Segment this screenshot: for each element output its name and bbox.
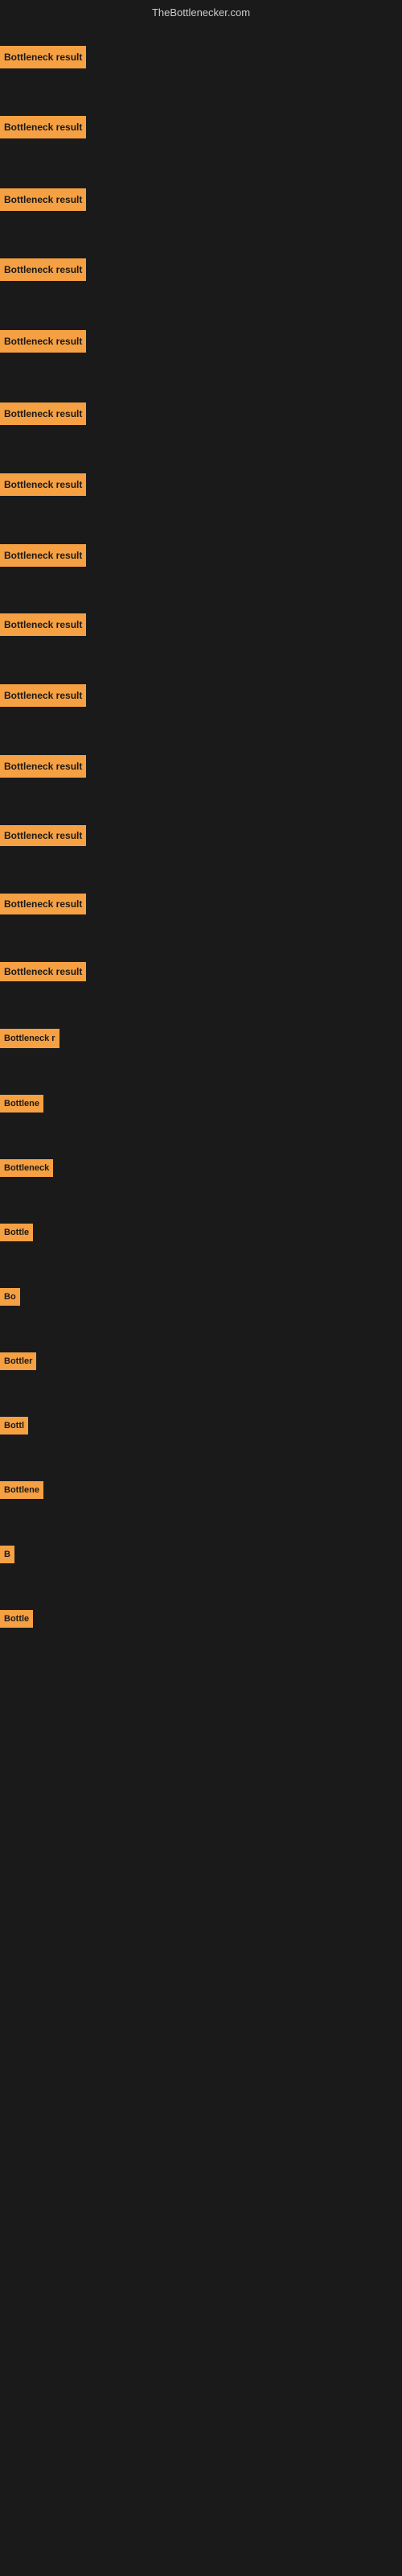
bottleneck-label-6: Bottleneck result [0,402,86,425]
bottleneck-item-18: Bottle [0,1224,33,1245]
bottleneck-item-24: Bottle [0,1610,33,1632]
bottleneck-label-3: Bottleneck result [0,188,86,211]
bottleneck-label-8: Bottleneck result [0,544,86,567]
bottleneck-label-2: Bottleneck result [0,116,86,138]
bottleneck-label-20: Bottler [0,1352,36,1370]
bottleneck-item-3: Bottleneck result [0,188,86,215]
bottleneck-label-5: Bottleneck result [0,330,86,353]
bottleneck-item-21: Bottl [0,1417,28,1439]
bottleneck-item-12: Bottleneck result [0,825,86,850]
bottleneck-item-11: Bottleneck result [0,755,86,782]
bottleneck-item-6: Bottleneck result [0,402,86,429]
bottleneck-item-20: Bottler [0,1352,36,1374]
bottleneck-item-13: Bottleneck result [0,894,86,919]
bottleneck-label-17: Bottleneck [0,1159,53,1177]
bottleneck-item-19: Bo [0,1288,20,1310]
bottleneck-label-23: B [0,1546,14,1563]
bottleneck-label-21: Bottl [0,1417,28,1435]
site-title: TheBottlenecker.com [152,6,250,19]
bottleneck-item-14: Bottleneck result [0,962,86,985]
bottleneck-label-14: Bottleneck result [0,962,86,981]
bottleneck-label-22: Bottlene [0,1481,43,1499]
bottleneck-label-7: Bottleneck result [0,473,86,496]
bottleneck-label-9: Bottleneck result [0,613,86,636]
bottleneck-item-17: Bottleneck [0,1159,53,1181]
bottleneck-label-15: Bottleneck r [0,1029,59,1048]
bottleneck-item-4: Bottleneck result [0,258,86,285]
bottleneck-item-23: B [0,1546,14,1567]
bottleneck-item-16: Bottlene [0,1095,43,1117]
bottleneck-item-1: Bottleneck result [0,46,86,72]
bottleneck-label-16: Bottlene [0,1095,43,1113]
bottleneck-label-10: Bottleneck result [0,684,86,707]
site-header: TheBottlenecker.com [0,0,402,22]
bottleneck-item-9: Bottleneck result [0,613,86,640]
bottleneck-item-15: Bottleneck r [0,1029,59,1052]
bottleneck-item-2: Bottleneck result [0,116,86,142]
bottleneck-item-10: Bottleneck result [0,684,86,711]
bottleneck-item-22: Bottlene [0,1481,43,1503]
bottleneck-item-7: Bottleneck result [0,473,86,500]
bottleneck-label-12: Bottleneck result [0,825,86,846]
bottleneck-label-24: Bottle [0,1610,33,1628]
bottleneck-item-8: Bottleneck result [0,544,86,571]
bottleneck-label-1: Bottleneck result [0,46,86,68]
bottleneck-label-11: Bottleneck result [0,755,86,778]
bottleneck-label-4: Bottleneck result [0,258,86,281]
bottleneck-label-19: Bo [0,1288,20,1306]
bottleneck-item-5: Bottleneck result [0,330,86,357]
bottleneck-label-18: Bottle [0,1224,33,1241]
bottleneck-label-13: Bottleneck result [0,894,86,914]
